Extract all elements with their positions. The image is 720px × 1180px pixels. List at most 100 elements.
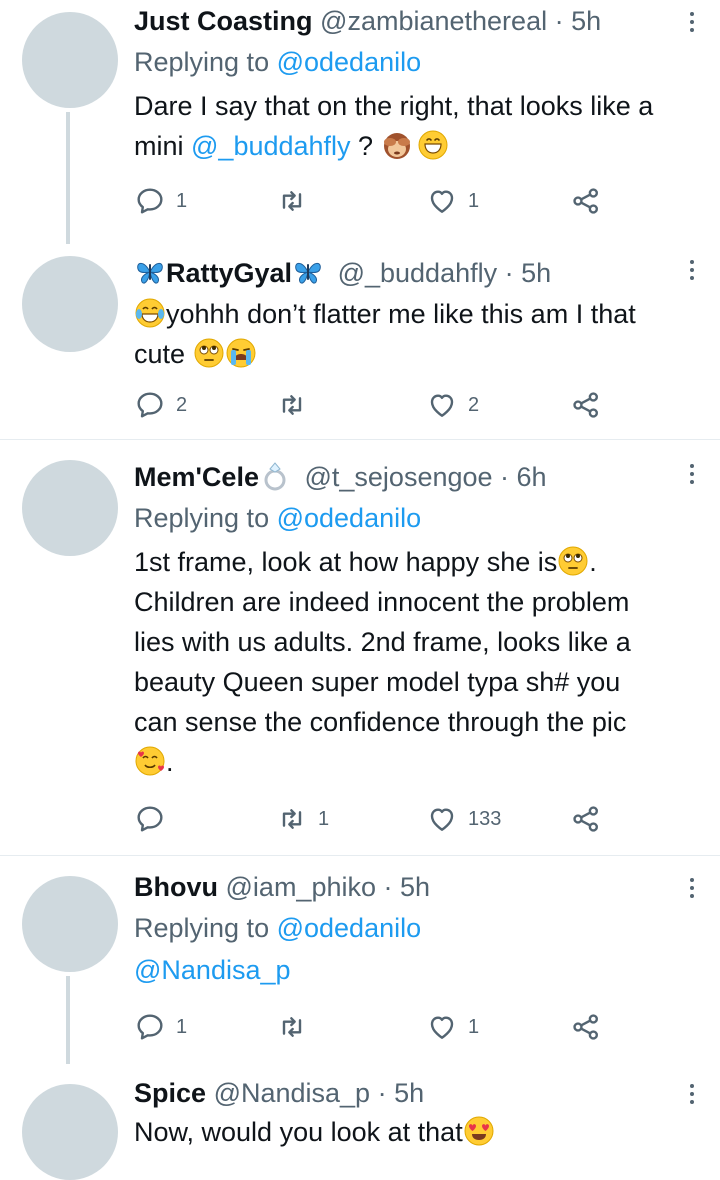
share-button[interactable] [570, 183, 602, 219]
handle[interactable]: @_buddahfly [338, 258, 498, 288]
face-with-tears-of-joy-icon [134, 297, 166, 329]
handle[interactable]: @t_sejosengoe [304, 462, 492, 492]
share-button[interactable] [570, 801, 602, 837]
tweet-text: yohhh don’t flatter me like this am I th… [134, 297, 636, 369]
like-button[interactable]: 133 [426, 801, 501, 837]
butterfly-icon [134, 256, 166, 288]
text-line: . [134, 742, 672, 782]
text-line: 1st frame, look at how happy she is. [134, 547, 597, 577]
tweet-memcele[interactable]: Mem'Cele @t_sejosengoe · 6h Replying to … [0, 440, 720, 852]
retweet-button[interactable] [276, 183, 318, 219]
tweet-spice[interactable]: Spice @Nandisa_p · 5h Now, would you loo… [0, 1062, 720, 1180]
retweet-count: 1 [318, 807, 330, 830]
display-name[interactable]: Spice [134, 1078, 206, 1108]
replying-to-link[interactable]: @odedanilo [277, 503, 422, 533]
avatar[interactable] [22, 460, 118, 556]
reply-icon [134, 389, 166, 421]
reply-count: 1 [176, 1015, 188, 1038]
reply-count: 1 [176, 189, 188, 212]
mention-link[interactable]: @Nandisa_p [134, 955, 291, 985]
replying-to-link[interactable]: @odedanilo [277, 913, 422, 943]
face-with-rolling-eyes-icon [193, 337, 225, 369]
more-vertical-icon[interactable] [688, 464, 696, 488]
replying-to: Replying to @odedanilo [134, 47, 422, 77]
text-line: beauty Queen super model typa sh# you [134, 667, 621, 697]
more-vertical-icon[interactable] [688, 12, 696, 36]
replying-to: Replying to @odedanilo [134, 913, 422, 943]
replying-to: Replying to @odedanilo [134, 503, 422, 533]
tweet-bhovu[interactable]: Bhovu @iam_phiko · 5h Replying to @odeda… [0, 856, 720, 1064]
timestamp[interactable]: · 5h [378, 1078, 425, 1108]
text-line: lies with us adults. 2nd frame, looks li… [134, 627, 631, 657]
more-vertical-icon[interactable] [688, 1084, 696, 1108]
retweet-button[interactable] [276, 387, 318, 423]
grinning-face-icon [417, 129, 449, 161]
tweet-text: Dare I say that on the right, that looks… [134, 91, 654, 161]
handle[interactable]: @Nandisa_p [214, 1078, 371, 1108]
thread-line [66, 976, 70, 1064]
reply-button[interactable]: 1 [134, 1009, 187, 1045]
display-name[interactable]: Bhovu [134, 872, 218, 902]
action-bar: 1 1 [134, 183, 614, 219]
reply-icon [134, 1011, 166, 1043]
replying-to-link[interactable]: @odedanilo [277, 47, 422, 77]
like-button[interactable]: 1 [426, 183, 479, 219]
reply-button[interactable]: 1 [134, 183, 187, 219]
butterfly-icon [292, 256, 324, 288]
display-name[interactable]: RattyGyal [166, 258, 292, 288]
handle[interactable]: @zambianethereal [320, 6, 547, 36]
action-bar: 2 2 [134, 387, 614, 423]
reply-button[interactable]: 2 [134, 387, 187, 423]
share-icon [570, 389, 602, 421]
like-button[interactable]: 2 [426, 387, 479, 423]
avatar[interactable] [22, 876, 118, 972]
timestamp[interactable]: · 5h [505, 258, 552, 288]
reply-icon [134, 185, 166, 217]
like-button[interactable]: 1 [426, 1009, 479, 1045]
retweet-icon [276, 803, 308, 835]
like-count: 133 [468, 807, 502, 830]
share-icon [570, 803, 602, 835]
handle[interactable]: @iam_phiko [226, 872, 376, 902]
retweet-icon [276, 389, 308, 421]
action-bar: 1 1 [134, 1009, 614, 1045]
smiling-face-with-hearts-icon [134, 745, 166, 777]
text-line: can sense the confidence through the pic [134, 707, 627, 737]
display-name[interactable]: Just Coasting [134, 6, 313, 36]
reply-icon [134, 803, 166, 835]
heart-icon [426, 389, 458, 421]
heart-icon [426, 185, 458, 217]
tweet-text: @Nandisa_p [134, 950, 672, 990]
retweet-button[interactable] [276, 1009, 318, 1045]
action-bar: 1 133 [134, 801, 614, 837]
like-count: 2 [468, 393, 480, 416]
tweet-rattygyal[interactable]: RattyGyal @_buddahfly · 5h yohhh don’t f… [0, 244, 720, 438]
smiling-face-with-heart-eyes-icon [463, 1115, 495, 1147]
share-button[interactable] [570, 1009, 602, 1045]
avatar[interactable] [22, 256, 118, 352]
like-count: 1 [468, 1015, 480, 1038]
like-count: 1 [468, 189, 480, 212]
timestamp[interactable]: · 5h [555, 6, 602, 36]
share-icon [570, 185, 602, 217]
see-no-evil-monkey-icon [381, 129, 413, 161]
timestamp[interactable]: · 6h [500, 462, 547, 492]
more-vertical-icon[interactable] [688, 878, 696, 902]
tweet-just-coasting[interactable]: Just Coasting @zambianethereal · 5h Repl… [0, 0, 720, 244]
loudly-crying-face-icon [225, 337, 257, 369]
display-name[interactable]: Mem'Cele [134, 462, 259, 492]
retweet-icon [276, 1011, 308, 1043]
retweet-button[interactable]: 1 [276, 801, 329, 837]
timestamp[interactable]: · 5h [384, 872, 431, 902]
ring-icon [259, 460, 291, 492]
avatar[interactable] [22, 12, 118, 108]
avatar[interactable] [22, 1084, 118, 1180]
share-icon [570, 1011, 602, 1043]
share-button[interactable] [570, 387, 602, 423]
retweet-icon [276, 185, 308, 217]
reply-button[interactable] [134, 801, 176, 837]
tweet-text: Now, would you look at that [134, 1112, 672, 1152]
thread-line [66, 112, 70, 244]
more-vertical-icon[interactable] [688, 260, 696, 284]
mention-link[interactable]: @_buddahfly [191, 131, 351, 161]
